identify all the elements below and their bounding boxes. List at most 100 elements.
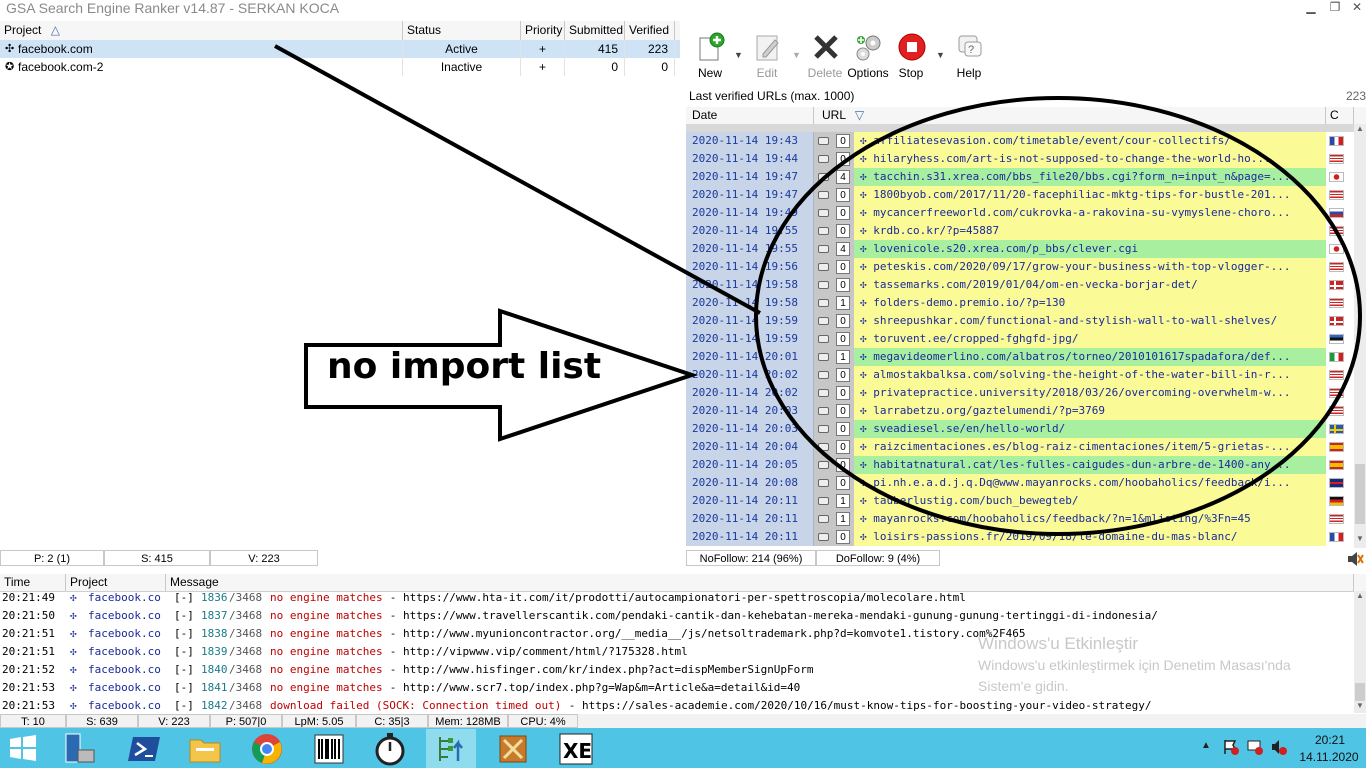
barcode-app-icon[interactable] (312, 732, 346, 766)
verified-url-row[interactable]: 2020-11-14 19:58 0 ✣ tassemarks.com/2019/0… (686, 276, 1354, 294)
tray-network-icon[interactable] (1246, 738, 1264, 756)
verified-url-row[interactable]: 2020-11-14 19:59 0 ✣ toruvent.ee/cropped-f… (686, 330, 1354, 348)
verified-url-row[interactable]: 2020-11-14 20:11 1 ✣ tauberlustig.com/buch… (686, 492, 1354, 510)
project-submitted: 415 (565, 40, 625, 58)
verified-url-row[interactable]: 2020-11-14 19:59 0 ✣ shreepushkar.com/func… (686, 312, 1354, 330)
log-number: 1837 (201, 609, 228, 622)
verified-url[interactable]: ✣ loisirs-passions.fr/2019/09/18/le-doma… (854, 528, 1326, 546)
verified-url-row[interactable]: 2020-11-14 19:43 0 ✣ affiliatesevasion.com… (686, 132, 1354, 150)
verified-url-row[interactable]: 2020-11-14 19:49 0 ✣ mycancerfreeworld.com… (686, 204, 1354, 222)
verified-url-row[interactable]: 2020-11-14 20:11 1 ✣ mayanrocks.com/hoobah… (686, 510, 1354, 528)
verified-url[interactable]: ✣ habitatnatural.cat/les-fulles-caigudes… (854, 456, 1326, 474)
tray-volume-icon[interactable] (1270, 738, 1288, 756)
verified-url-row[interactable]: 2020-11-14 19:47 0 ✣ 1800byob.com/2017/11/… (686, 186, 1354, 204)
swords-app-icon[interactable] (496, 732, 530, 766)
verified-url[interactable]: ✣ sveadiesel.se/en/hello-world/ (854, 420, 1326, 438)
country-flag-icon (1329, 316, 1344, 326)
verified-url-row[interactable]: 2020-11-14 20:11 0 ✣ loisirs-passions.fr/2… (686, 528, 1354, 546)
verified-url[interactable]: ✣ pi.nh.e.a.d.j.q.Dq@www.mayanrocks.com/… (854, 474, 1326, 492)
log-scroll-up-icon[interactable]: ▲ (1355, 591, 1365, 603)
verified-url[interactable]: ✣ affiliatesevasion.com/timetable/event/… (854, 132, 1326, 150)
maximize-icon[interactable]: ❐ (1324, 0, 1346, 16)
verified-url-row[interactable]: 2020-11-14 20:03 0 ✣ sveadiesel.se/en/hell… (686, 420, 1354, 438)
verified-url-row[interactable]: 2020-11-14 20:04 0 ✣ raizcimentaciones.es/… (686, 438, 1354, 456)
clock-date[interactable]: 14.11.2020 (1296, 750, 1362, 764)
tray-expand-icon[interactable]: ▲ (1201, 740, 1211, 751)
verified-url[interactable]: ✣ megavideomerlino.com/albatros/torneo/2… (854, 348, 1326, 366)
url-scrollbar[interactable]: ▲ ▼ (1354, 124, 1366, 548)
file-explorer-icon[interactable] (188, 734, 222, 764)
project-row[interactable]: facebook.com Active +415 223 ✣ (0, 40, 680, 58)
link-count: 0 (836, 278, 850, 292)
verified-url-row[interactable]: 2020-11-14 19:55 0 ✣ krdb.co.kr/?p=45887 (686, 222, 1354, 240)
log-scroll-thumb[interactable] (1355, 683, 1365, 701)
log-row[interactable]: 20:21:53 ✣ facebook.co [-] 1842/3468 download… (0, 697, 1354, 715)
status-captcha: C: 35|3 (356, 714, 428, 728)
verified-url[interactable]: ✣ mayanrocks.com/hoobaholics/feedback/?n… (854, 510, 1326, 528)
verified-url[interactable]: ✣ larrabetzu.org/gaztelumendi/?p=3769 (854, 402, 1326, 420)
verified-url[interactable]: ✣ hilaryhess.com/art-is-not-supposed-to-… (854, 150, 1326, 168)
edit-button[interactable]: Edit (741, 32, 793, 80)
log-scrollbar[interactable]: ▲ ▼ (1354, 591, 1366, 713)
verified-url[interactable]: ✣ almostakbalksa.com/solving-the-height-… (854, 366, 1326, 384)
log-scroll-down-icon[interactable]: ▼ (1355, 701, 1365, 713)
verified-url[interactable]: ✣ raizcimentaciones.es/blog-raiz-cimenta… (854, 438, 1326, 456)
verified-url[interactable]: ✣ privatepractice.university/2018/03/26/… (854, 384, 1326, 402)
help-button[interactable]: ? Help (943, 32, 995, 80)
powershell-icon[interactable] (128, 734, 162, 764)
col-url[interactable]: URL ▽ (814, 107, 1326, 124)
url-scroll-thumb[interactable] (1355, 464, 1365, 524)
gsa-ser-icon[interactable] (434, 733, 468, 765)
log-row[interactable]: 20:21:51 ✣ facebook.co [-] 1838/3468 no engin… (0, 625, 1354, 643)
verified-url[interactable]: ✣ krdb.co.kr/?p=45887 (854, 222, 1326, 240)
col-date[interactable]: Date (686, 107, 814, 124)
verified-url[interactable]: ✣ 1800byob.com/2017/11/20-facephiliac-mk… (854, 186, 1326, 204)
verified-url[interactable]: ✣ lovenicole.s20.xrea.com/p_bbs/clever.c… (854, 240, 1326, 258)
verified-url[interactable]: ✣ tassemarks.com/2019/01/04/om-en-vecka-… (854, 276, 1326, 294)
row-icons: 4 (814, 168, 854, 186)
windows-start-icon[interactable] (8, 735, 38, 761)
verified-url-row[interactable]: 2020-11-14 19:55 4 ✣ lovenicole.s20.xrea.c… (686, 240, 1354, 258)
verified-url[interactable]: ✣ folders-demo.premio.io/?p=130 (854, 294, 1326, 312)
verified-url-row[interactable]: 2020-11-14 20:03 0 ✣ larrabetzu.org/gaztel… (686, 402, 1354, 420)
verified-url[interactable]: ✣ peteskis.com/2020/09/17/grow-your-busi… (854, 258, 1326, 276)
verified-url[interactable]: ✣ mycancerfreeworld.com/cukrovka-a-rakov… (854, 204, 1326, 222)
verified-url-row[interactable]: 2020-11-14 19:56 0 ✣ peteskis.com/2020/09/… (686, 258, 1354, 276)
chrome-icon[interactable] (250, 732, 284, 766)
verified-url[interactable]: ✣ toruvent.ee/cropped-fghgfd-jpg/ (854, 330, 1326, 348)
log-row[interactable]: 20:21:53 ✣ facebook.co [-] 1841/3468 no engin… (0, 679, 1354, 697)
server-manager-icon[interactable] (62, 732, 98, 766)
xe-app-icon[interactable]: XE (558, 732, 594, 766)
scroll-down-icon[interactable]: ▼ (1355, 534, 1365, 546)
verified-url-row[interactable]: 2020-11-14 19:47 4 ✣ tacchin.s31.xrea.com/… (686, 168, 1354, 186)
speaker-muted-icon[interactable] (1346, 550, 1364, 568)
scroll-up-icon[interactable]: ▲ (1355, 124, 1365, 136)
tray-flag-icon[interactable] (1222, 738, 1240, 756)
minimize-icon[interactable]: ▁ (1300, 0, 1322, 16)
stopwatch-icon[interactable] (373, 731, 407, 767)
verified-url-row[interactable]: 2020-11-14 20:02 0 ✣ almostakbalksa.com/so… (686, 366, 1354, 384)
stop-button[interactable]: Stop (885, 32, 937, 80)
verified-url[interactable]: ✣ tacchin.s31.xrea.com/bbs_file20/bbs.cg… (854, 168, 1326, 186)
verified-url-row[interactable]: 2020-11-14 20:05 0 ✣ habitatnatural.cat/le… (686, 456, 1354, 474)
verified-url[interactable]: ✣ tauberlustig.com/buch_bewegteb/ (854, 492, 1326, 510)
verified-url-row[interactable]: 2020-11-14 19:58 1 ✣ folders-demo.premio.i… (686, 294, 1354, 312)
verified-url-row[interactable]: 2020-11-14 20:08 0 ✣ pi.nh.e.a.d.j.q.Dq@ww… (686, 474, 1354, 492)
col-status[interactable]: Status (403, 21, 521, 40)
verified-url-row[interactable]: 2020-11-14 19:44 0 ✣ hilaryhess.com/art-is… (686, 150, 1354, 168)
verified-url[interactable]: ✣ shreepushkar.com/functional-and-stylis… (854, 312, 1326, 330)
verified-url-row[interactable]: 2020-11-14 20:02 0 ✣ privatepractice.unive… (686, 384, 1354, 402)
close-icon[interactable]: ✕ (1346, 0, 1366, 16)
col-submitted[interactable]: Submitted (565, 21, 625, 40)
new-button[interactable]: New (684, 32, 736, 80)
col-country[interactable]: C (1326, 107, 1354, 124)
log-row[interactable]: 20:21:50 ✣ facebook.co [-] 1837/3468 no engin… (0, 607, 1354, 625)
project-row[interactable]: facebook.com-2 Inactive +0 0 ✪ (0, 58, 680, 76)
log-row[interactable]: 20:21:49 ✣ facebook.co [-] 1836/3468 no engin… (0, 589, 1354, 607)
verified-url-text: affiliatesevasion.com/timetable/event/co… (873, 134, 1231, 147)
col-verified[interactable]: Verified (625, 21, 675, 40)
verified-url-row[interactable]: 2020-11-14 20:01 1 ✣ megavideomerlino.com/… (686, 348, 1354, 366)
col-project[interactable]: Project △ (0, 21, 403, 40)
clock-time[interactable]: 20:21 (1300, 733, 1360, 747)
col-priority[interactable]: Priority (521, 21, 565, 40)
